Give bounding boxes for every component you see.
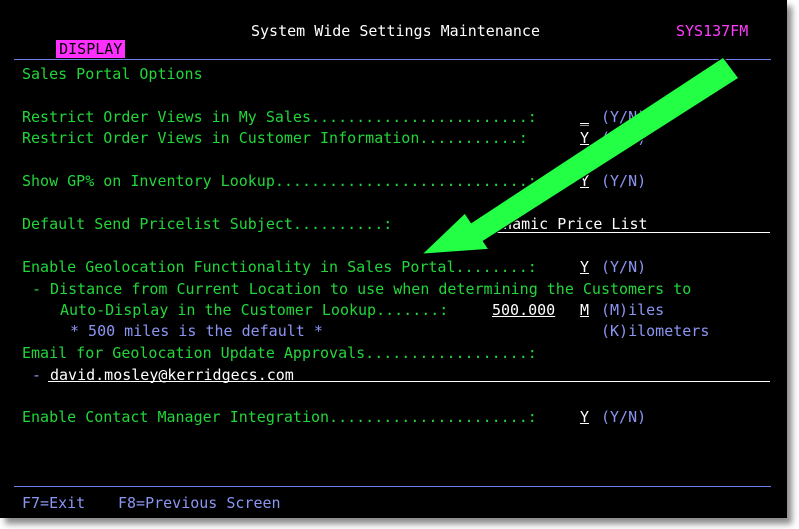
terminal-screen: DISPLAY System Wide Settings Maintenance… (0, 0, 787, 518)
section-title: Sales Portal Options (22, 65, 203, 83)
restrict-my-sales-field[interactable]: _ (580, 108, 589, 126)
restrict-customer-info-hint: (Y/N) (601, 129, 647, 147)
email-underline (48, 381, 770, 382)
geolocation-label: Enable Geolocation Functionality in Sale… (22, 258, 537, 276)
distance-label: Auto-Display in the Customer Lookup.....… (60, 301, 449, 319)
contact-manager-label: Enable Contact Manager Integration......… (22, 408, 537, 426)
restrict-customer-info-label: Restrict Order Views in Customer Informa… (22, 129, 528, 147)
geolocation-field[interactable]: Y (580, 258, 589, 276)
pricelist-subject-underline (470, 232, 770, 233)
restrict-my-sales-hint: (Y/N) (601, 108, 647, 126)
program-id: SYS137FM (676, 22, 749, 40)
show-gp-field[interactable]: Y (580, 172, 589, 190)
show-gp-label: Show GP% on Inventory Lookup............… (22, 172, 537, 190)
default-distance-note: * 500 miles is the default * (70, 322, 323, 340)
unit-hint-miles: (M)iles (601, 301, 665, 319)
f7-exit-key[interactable]: F7=Exit (22, 494, 85, 512)
header-divider (14, 59, 771, 60)
unit-hint-km: (K)ilometers (601, 322, 710, 340)
geolocation-hint: (Y/N) (601, 258, 647, 276)
email-prefix: - (32, 366, 42, 384)
footer-divider (14, 486, 771, 487)
show-gp-hint: (Y/N) (601, 172, 647, 190)
distance-description: - Distance from Current Location to use … (32, 280, 692, 298)
mode-badge: DISPLAY (56, 40, 126, 58)
email-label: Email for Geolocation Update Approvals..… (22, 344, 537, 362)
screen-title: System Wide Settings Maintenance (251, 22, 540, 40)
f8-previous-key[interactable]: F8=Previous Screen (118, 494, 281, 512)
distance-field[interactable]: 500.000 (492, 301, 555, 319)
pricelist-subject-field[interactable]: Dynamic Price List (485, 215, 648, 233)
contact-manager-hint: (Y/N) (601, 408, 647, 426)
pricelist-subject-label: Default Send Pricelist Subject..........… (22, 215, 393, 233)
restrict-my-sales-label: Restrict Order Views in My Sales........… (22, 108, 537, 126)
distance-unit-field[interactable]: M (580, 301, 589, 319)
restrict-customer-info-field[interactable]: Y (580, 129, 589, 147)
contact-manager-field[interactable]: Y (580, 408, 589, 426)
